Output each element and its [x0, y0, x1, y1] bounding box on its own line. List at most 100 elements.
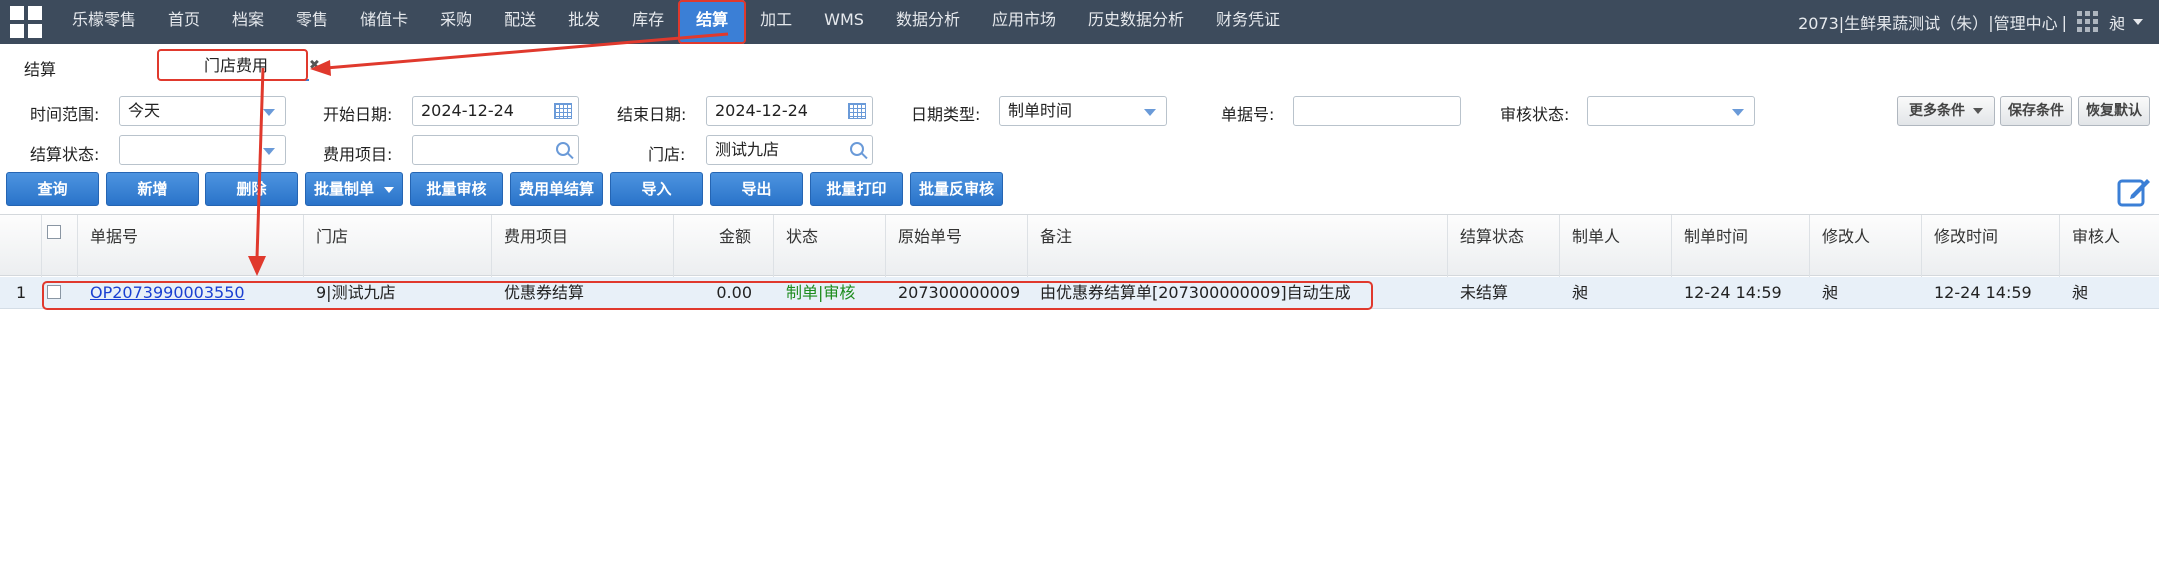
batch-create-label: 批量制单	[313, 180, 374, 198]
more-conditions-label: 更多条件	[1909, 103, 1965, 119]
doc-no-input[interactable]	[1293, 96, 1461, 126]
col-auditor[interactable]: 审核人	[2060, 215, 2159, 277]
start-date-value: 2024-12-24	[421, 101, 514, 120]
date-type-label: 日期类型:	[911, 105, 981, 124]
chevron-down-icon	[384, 186, 394, 193]
time-range-value: 今天	[128, 101, 161, 120]
fee-item-input[interactable]	[412, 135, 579, 165]
tab-settlement[interactable]: 结算	[24, 56, 56, 80]
col-orig-no[interactable]: 原始单号	[886, 215, 1028, 277]
search-icon[interactable]	[850, 142, 864, 156]
nav-item-inventory[interactable]: 库存	[616, 0, 680, 44]
nav-item-wms[interactable]: WMS	[808, 0, 880, 44]
org-name: 2073|生鲜果蔬测试（朱）	[1798, 14, 1989, 33]
import-button[interactable]: 导入	[610, 172, 703, 206]
col-remark[interactable]: 备注	[1028, 215, 1448, 277]
audit-status-label: 审核状态:	[1500, 105, 1570, 124]
table-header: 单据号 门店 费用项目 金额 状态 原始单号 备注 结算状态 制单人 制单时间 …	[0, 214, 2159, 277]
settle-status-select[interactable]	[119, 135, 286, 165]
col-settle-status[interactable]: 结算状态	[1448, 215, 1560, 277]
select-all-checkbox[interactable]	[47, 225, 61, 239]
restore-default-button[interactable]: 恢复默认	[2078, 96, 2150, 126]
export-button[interactable]: 导出	[710, 172, 803, 206]
end-date-value: 2024-12-24	[715, 101, 808, 120]
store-label: 门店:	[648, 145, 686, 164]
nav-separator: |	[2061, 12, 2067, 32]
time-range-select[interactable]: 今天	[119, 96, 286, 126]
auditor-cell: 昶	[2072, 283, 2089, 302]
chevron-down-icon	[1973, 108, 1983, 114]
chevron-down-icon	[1144, 109, 1156, 116]
col-modified-at[interactable]: 修改时间	[1922, 215, 2060, 277]
creator-cell: 昶	[1572, 283, 1589, 302]
nav-item-home[interactable]: 首页	[152, 0, 216, 44]
nav-item-retail[interactable]: 零售	[280, 0, 344, 44]
col-fee-item[interactable]: 费用项目	[492, 215, 674, 277]
fee-item-label: 费用项目:	[323, 145, 393, 164]
apps-grid-icon[interactable]	[2076, 11, 2099, 33]
modified-at-cell: 12-24 14:59	[1934, 283, 2032, 302]
nav-user-area: 2073|生鲜果蔬测试（朱） | 管理中心 | 昶	[1798, 10, 2159, 34]
top-nav: 乐檬零售 首页 档案 零售 储值卡 采购 配送 批发 库存 结算 加工 WMS …	[0, 0, 2159, 44]
nav-item-app-market[interactable]: 应用市场	[976, 0, 1072, 44]
nav-item-archive[interactable]: 档案	[216, 0, 280, 44]
col-doc-no[interactable]: 单据号	[78, 215, 304, 277]
col-status[interactable]: 状态	[774, 215, 886, 277]
time-range-label: 时间范围:	[30, 105, 100, 124]
tab-highlight-box	[157, 49, 308, 81]
row-number-header	[0, 215, 42, 277]
date-type-value: 制单时间	[1008, 101, 1073, 120]
end-date-label: 结束日期:	[617, 105, 687, 124]
nav-item-processing[interactable]: 加工	[744, 0, 808, 44]
more-conditions-button[interactable]: 更多条件	[1897, 96, 1995, 126]
batch-unaudit-button[interactable]: 批量反审核	[910, 172, 1003, 206]
nav-item-wholesale[interactable]: 批发	[552, 0, 616, 44]
settle-status-label: 结算状态:	[30, 145, 100, 164]
nav-item-purchase[interactable]: 采购	[424, 0, 488, 44]
batch-create-button[interactable]: 批量制单	[305, 172, 403, 206]
admin-center-link[interactable]: 管理中心	[1994, 10, 2058, 34]
fee-settle-button[interactable]: 费用单结算	[510, 172, 603, 206]
col-modifier[interactable]: 修改人	[1810, 215, 1922, 277]
add-button[interactable]: 新增	[106, 172, 199, 206]
created-at-cell: 12-24 14:59	[1684, 283, 1782, 302]
nav-item-history-analysis[interactable]: 历史数据分析	[1072, 0, 1200, 44]
start-date-label: 开始日期:	[323, 105, 393, 124]
row-highlight-box	[42, 281, 1373, 310]
date-type-select[interactable]: 制单时间	[999, 96, 1167, 126]
save-conditions-button[interactable]: 保存条件	[2000, 96, 2072, 126]
end-date-input[interactable]: 2024-12-24	[706, 96, 873, 126]
chevron-down-icon[interactable]	[2133, 19, 2143, 25]
nav-item-stored-value-card[interactable]: 储值卡	[344, 0, 424, 44]
chevron-down-icon	[1732, 109, 1744, 116]
doc-no-label: 单据号:	[1221, 105, 1275, 124]
store-input[interactable]: 测试九店	[706, 135, 873, 165]
nav-item-brand[interactable]: 乐檬零售	[56, 0, 152, 44]
user-name[interactable]: 昶	[2109, 10, 2125, 34]
col-creator[interactable]: 制单人	[1560, 215, 1672, 277]
batch-audit-button[interactable]: 批量审核	[410, 172, 503, 206]
modifier-cell: 昶	[1822, 283, 1839, 302]
search-icon[interactable]	[556, 142, 570, 156]
nav-item-settlement[interactable]: 结算	[678, 0, 747, 44]
chevron-down-icon	[263, 109, 275, 116]
settle-status-cell: 未结算	[1460, 283, 1509, 302]
nav-item-finance-voucher[interactable]: 财务凭证	[1200, 0, 1296, 44]
close-icon[interactable]: ✖	[309, 58, 320, 73]
start-date-input[interactable]: 2024-12-24	[412, 96, 579, 126]
calendar-icon[interactable]	[848, 103, 866, 119]
query-button[interactable]: 查询	[6, 172, 99, 206]
nav-item-data-analysis[interactable]: 数据分析	[880, 0, 976, 44]
logo-grid-icon[interactable]	[10, 6, 42, 38]
select-all-cell	[42, 215, 78, 277]
delete-button[interactable]: 删除	[205, 172, 298, 206]
col-amount[interactable]: 金额	[674, 215, 774, 277]
calendar-icon[interactable]	[554, 103, 572, 119]
batch-print-button[interactable]: 批量打印	[810, 172, 903, 206]
col-created-at[interactable]: 制单时间	[1672, 215, 1810, 277]
edit-icon[interactable]	[2117, 175, 2151, 209]
col-store[interactable]: 门店	[304, 215, 492, 277]
nav-item-distribution[interactable]: 配送	[488, 0, 552, 44]
chevron-down-icon	[263, 148, 275, 155]
audit-status-select[interactable]	[1587, 96, 1755, 126]
